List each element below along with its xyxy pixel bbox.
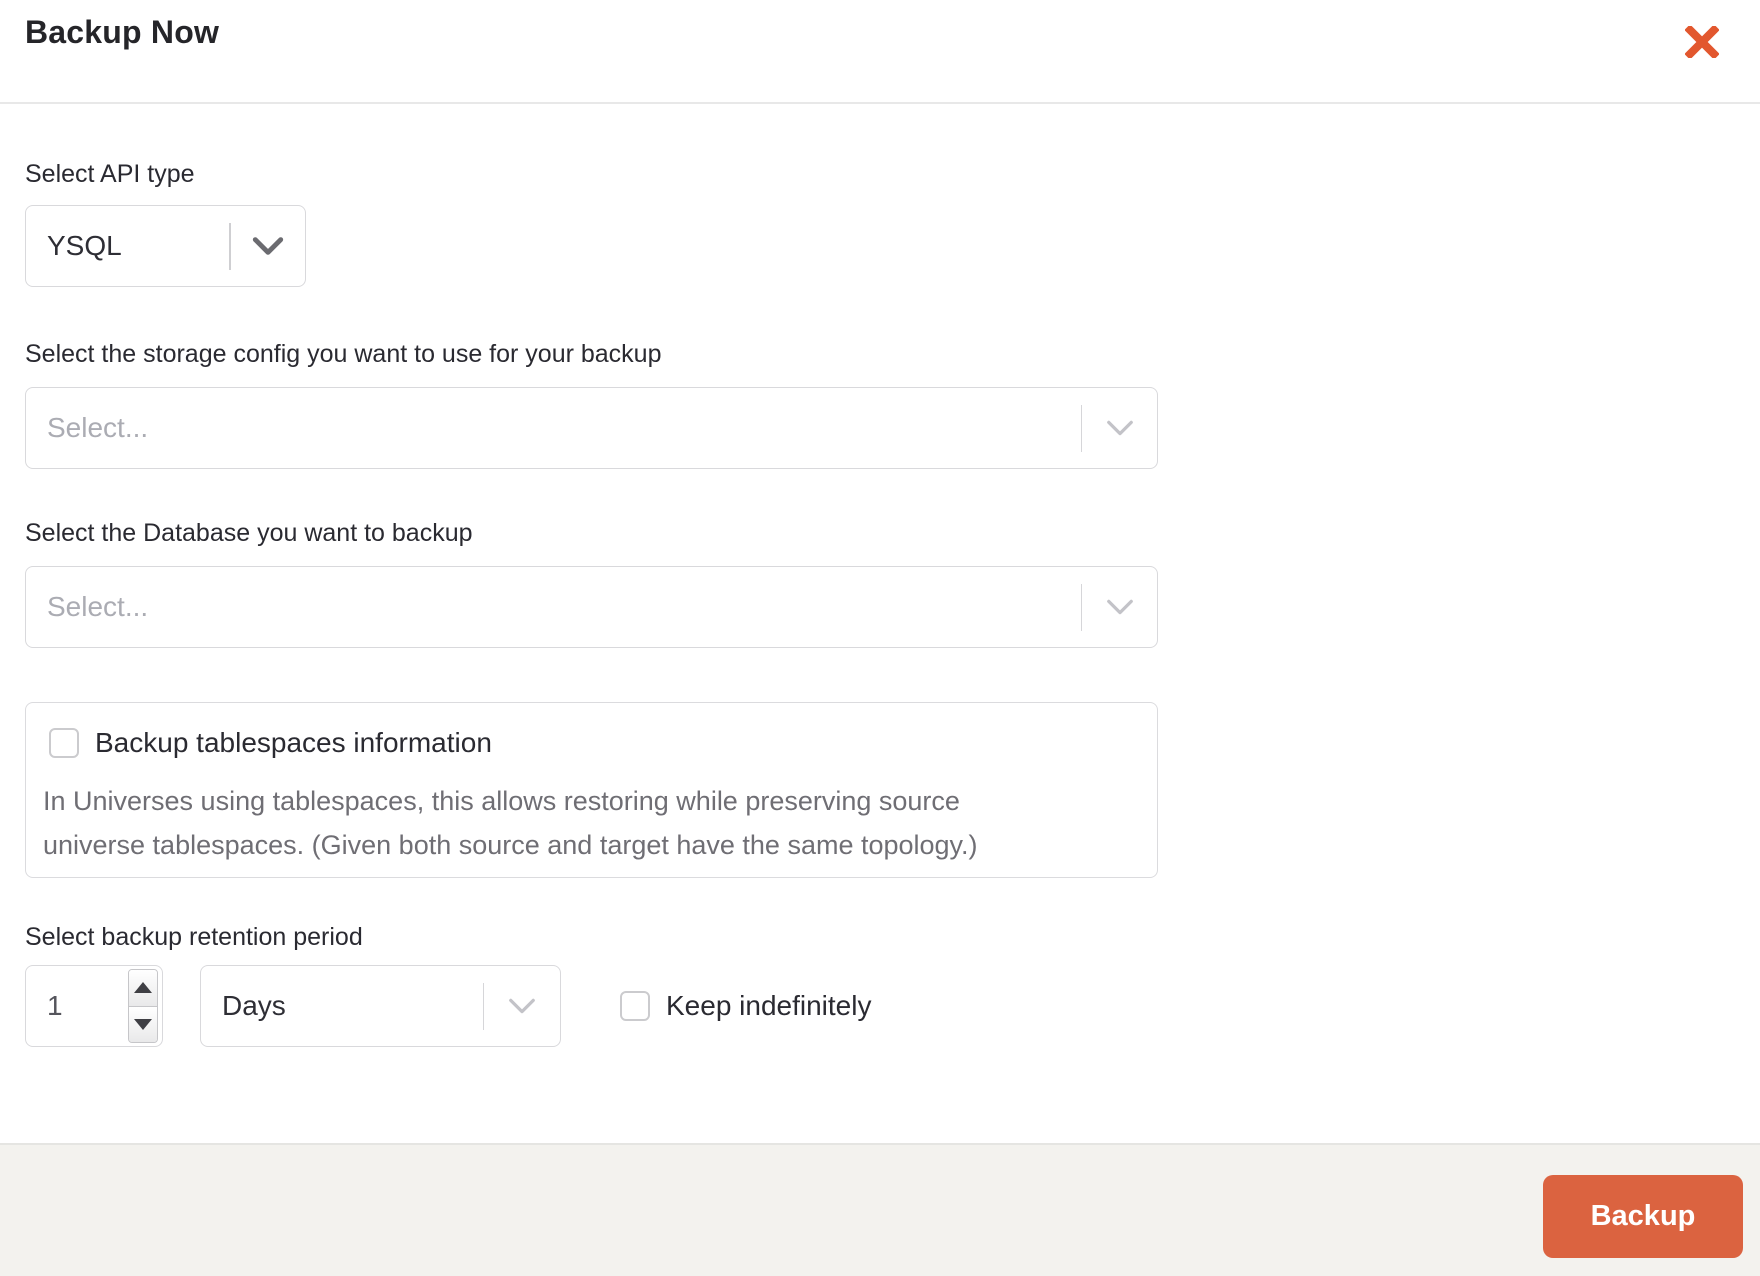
backup-button[interactable]: Backup xyxy=(1543,1175,1743,1258)
tablespaces-description: In Universes using tablespaces, this all… xyxy=(43,786,978,860)
chevron-down-icon xyxy=(1082,567,1157,647)
increment-button[interactable] xyxy=(129,970,157,1007)
keep-indefinitely-row[interactable]: Keep indefinitely xyxy=(620,990,871,1022)
arrow-down-icon xyxy=(134,1018,152,1030)
close-icon xyxy=(1685,26,1719,58)
retention-stepper xyxy=(128,969,158,1043)
retention-label: Select backup retention period xyxy=(25,923,363,951)
keep-indefinitely-label: Keep indefinitely xyxy=(666,990,872,1021)
chevron-down-icon xyxy=(231,206,305,286)
chevron-down-icon xyxy=(1082,388,1157,468)
tablespaces-checkbox-row[interactable]: Backup tablespaces information xyxy=(49,727,1137,759)
api-type-select[interactable]: YSQL xyxy=(25,205,306,287)
modal-footer: Backup xyxy=(0,1143,1760,1276)
storage-config-placeholder: Select... xyxy=(47,412,149,443)
retention-number-input xyxy=(25,965,163,1047)
modal-header: Backup Now xyxy=(0,0,1760,104)
database-select[interactable]: Select... xyxy=(25,566,1158,648)
modal-body: Select API type YSQL Select the storage … xyxy=(0,160,1760,1047)
decrement-button[interactable] xyxy=(129,1006,157,1042)
arrow-up-icon xyxy=(134,982,152,994)
storage-config-select[interactable]: Select... xyxy=(25,387,1158,469)
retention-unit-value: Days xyxy=(222,990,286,1021)
tablespaces-checkbox-label: Backup tablespaces information xyxy=(95,727,492,758)
tablespaces-checkbox[interactable] xyxy=(49,728,79,758)
tablespaces-panel: Backup tablespaces information In Univer… xyxy=(25,702,1158,878)
database-placeholder: Select... xyxy=(47,591,149,622)
api-type-value: YSQL xyxy=(47,230,122,261)
retention-unit-select[interactable]: Days xyxy=(200,965,561,1047)
retention-value-field[interactable] xyxy=(26,990,128,1022)
api-type-label: Select API type xyxy=(25,160,195,188)
close-button[interactable] xyxy=(1680,20,1724,64)
retention-row: Days Keep indefinitely xyxy=(25,965,1760,1047)
storage-config-label: Select the storage config you want to us… xyxy=(25,340,662,368)
modal-title: Backup Now xyxy=(25,14,220,50)
chevron-down-icon xyxy=(484,966,560,1046)
database-label: Select the Database you want to backup xyxy=(25,519,473,547)
keep-indefinitely-checkbox[interactable] xyxy=(620,991,650,1021)
